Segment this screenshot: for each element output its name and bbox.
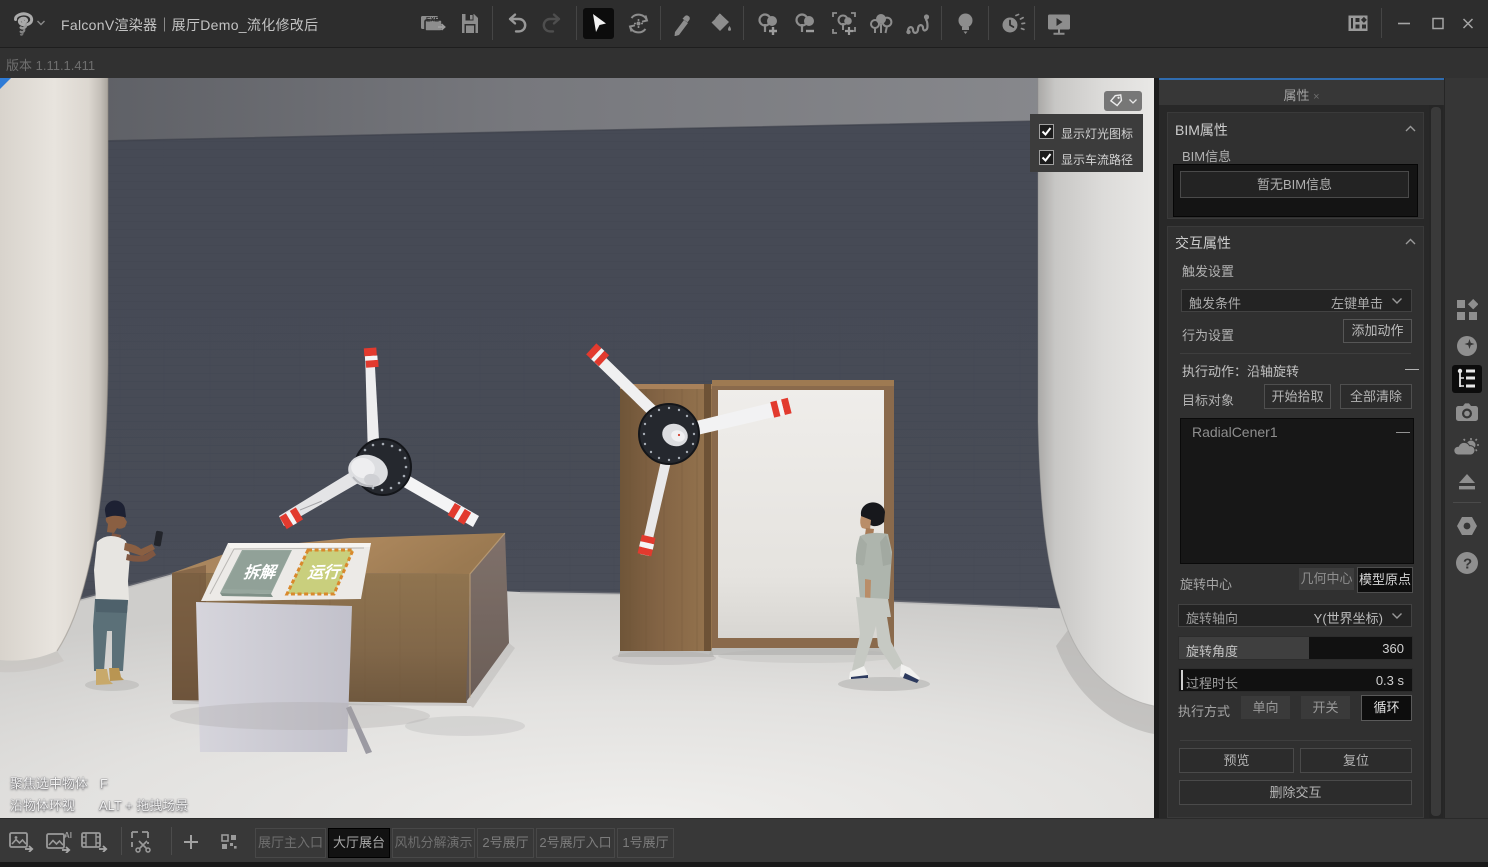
svg-text:?: ? — [1463, 556, 1472, 573]
svg-text:AI: AI — [64, 831, 72, 840]
svg-text:拆解: 拆解 — [243, 563, 280, 582]
svg-text:EXE: EXE — [426, 17, 440, 24]
svg-text:运行: 运行 — [307, 563, 344, 582]
